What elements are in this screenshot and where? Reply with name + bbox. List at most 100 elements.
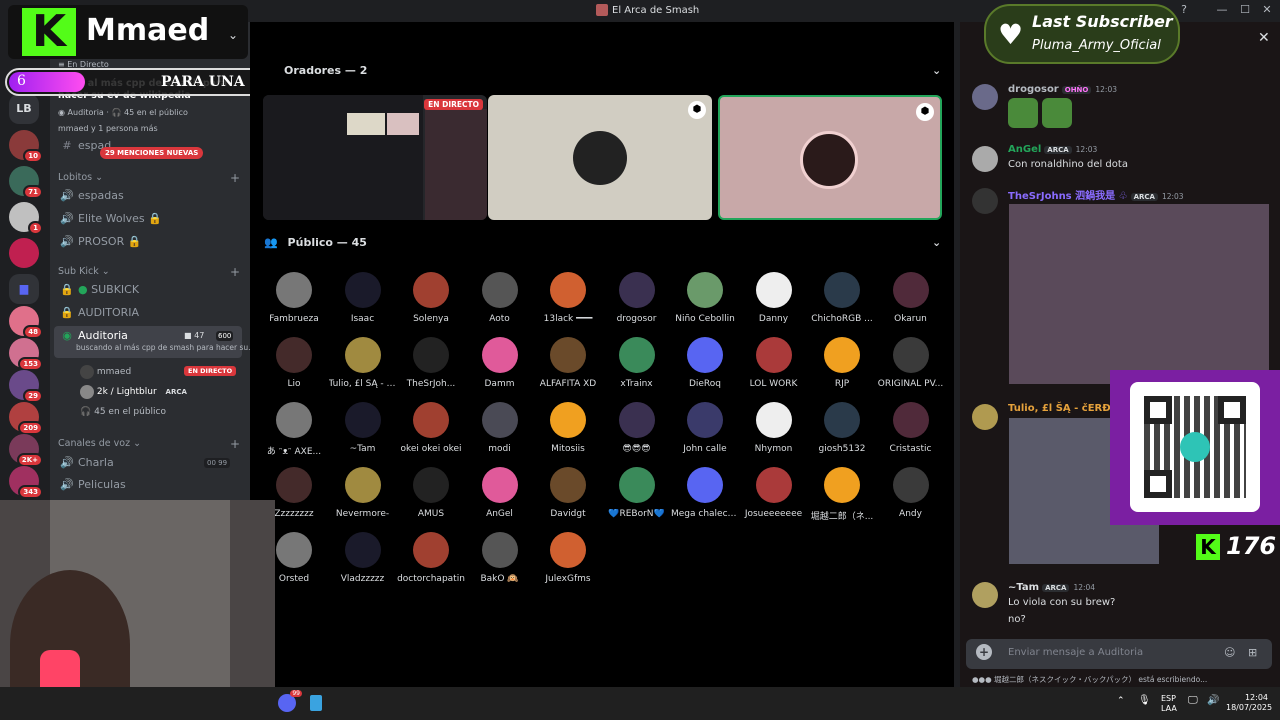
audience-member[interactable]: okei okei okei	[397, 402, 465, 464]
server-icon-5[interactable]: 48	[9, 306, 43, 339]
audience-member[interactable]: doctorchapatin	[397, 532, 465, 594]
audience-member[interactable]: Lio	[260, 337, 328, 399]
voice-member-mmaed[interactable]: mmaed EN DIRECTO	[80, 362, 240, 382]
chevron-down-icon[interactable]: ⌄	[932, 64, 941, 77]
audience-member[interactable]: giosh5132	[808, 402, 876, 464]
add-attachment-icon[interactable]: +	[976, 644, 992, 660]
audience-member[interactable]: Solenya	[397, 272, 465, 334]
audience-member[interactable]: Andy	[877, 467, 945, 529]
audience-member[interactable]: Okarun	[877, 272, 945, 334]
server-icon-1[interactable]: 10	[9, 130, 43, 163]
close-icon[interactable]: ✕	[1258, 30, 1270, 46]
audience-member[interactable]: TheSrJoh...	[397, 337, 465, 399]
audience-member[interactable]: AnGel	[466, 467, 534, 529]
audience-member[interactable]: 堀越二郎（ネ...	[808, 467, 876, 529]
audience-member[interactable]: 💙REBorN💙	[603, 467, 671, 529]
audience-member[interactable]: Mitosiis	[534, 402, 602, 464]
message-author[interactable]: drogosor OHÑO 12:03	[1008, 84, 1117, 95]
audience-member[interactable]: LOL WORK	[740, 337, 808, 399]
channel-prosor[interactable]: 🔊 PROSOR 🔒	[54, 232, 242, 252]
category-lobitos[interactable]: Lobitos ⌄ +	[58, 171, 240, 185]
server-icon-6[interactable]: 153	[9, 338, 43, 371]
stream-tile[interactable]: EN DIRECTO	[263, 95, 487, 220]
category-voz[interactable]: Canales de voz ⌄ +	[58, 437, 240, 451]
notepad-taskbar-icon[interactable]	[310, 695, 322, 711]
chevron-down-icon[interactable]: ⌄	[932, 236, 941, 249]
clock[interactable]: 12:04 18/07/2025	[1226, 693, 1272, 713]
audience-member[interactable]: Aoto	[466, 272, 534, 334]
audience-member[interactable]: ChichoRGB ...	[808, 272, 876, 334]
voice-member-lightblur[interactable]: 2k / Lightblur ARCA	[80, 382, 240, 402]
audience-member[interactable]: Mega chaleco...	[671, 467, 739, 529]
audience-member[interactable]: Davidgt	[534, 467, 602, 529]
chevron-up-icon[interactable]: ⌃	[1117, 696, 1125, 706]
server-icon-2[interactable]: 71	[9, 166, 43, 199]
audience-member[interactable]: 13lack ━━━	[534, 272, 602, 334]
discord-taskbar-icon[interactable]: 99	[278, 690, 302, 712]
mentions-badge[interactable]: 29 MENCIONES NUEVAS	[100, 147, 204, 159]
audience-member[interactable]: Nevermore-	[329, 467, 397, 529]
audience-member[interactable]: xTrainx	[603, 337, 671, 399]
channel-auditoria-active[interactable]: ◉ Auditoria ■ 47 600 buscando al más cpp …	[54, 326, 255, 358]
audience-member[interactable]: AMUS	[397, 467, 465, 529]
audience-member[interactable]: modi	[466, 402, 534, 464]
emoji-icon[interactable]: ☺	[1224, 646, 1235, 659]
add-channel-icon[interactable]: +	[230, 437, 240, 451]
chat-input[interactable]: + Enviar mensaje a Auditoria ☺ ⊞	[966, 639, 1272, 669]
audience-member[interactable]: ALFAFITA XD	[534, 337, 602, 399]
message-author[interactable]: TheSrJohns 泗鍋我是 ♧ ARCA 12:03	[1008, 187, 1184, 202]
gamepad-icon[interactable]: ⊞	[1248, 646, 1257, 659]
channel-subkick[interactable]: 🔒 ● SUBKICK	[54, 280, 242, 300]
speaker-tile-1[interactable]: ⬢	[488, 95, 712, 220]
audience-member[interactable]: ~Tam	[329, 402, 397, 464]
audience-member[interactable]: Vladzzzzz	[329, 532, 397, 594]
server-icon-3[interactable]: 1	[9, 202, 43, 235]
audience-member[interactable]: ORIGINAL PV...	[877, 337, 945, 399]
category-sub-kick[interactable]: Sub Kick ⌄ +	[58, 265, 240, 279]
audience-member[interactable]: Damm	[466, 337, 534, 399]
audience-member[interactable]: JulexGfms	[534, 532, 602, 594]
help-icon[interactable]: ?	[1177, 3, 1191, 17]
message-author[interactable]: ~Tam ARCA 12:04	[1008, 582, 1095, 593]
audience-member[interactable]: John calle	[671, 402, 739, 464]
audience-member[interactable]: Niño Cebollin	[671, 272, 739, 334]
audience-member[interactable]: 😎😎😎	[603, 402, 671, 464]
channel-charla[interactable]: 🔊 Charla 00 99	[54, 453, 242, 473]
chevron-down-icon[interactable]: ⌄	[228, 28, 238, 42]
channel-auditoria-locked[interactable]: 🔒 AUDITORIA	[54, 303, 242, 323]
server-icon-4[interactable]	[9, 238, 39, 268]
volume-icon[interactable]: 🔊	[1207, 695, 1219, 706]
audience-member[interactable]: Nhymon	[740, 402, 808, 464]
audience-member[interactable]: Cristastic	[877, 402, 945, 464]
message-image[interactable]	[1009, 204, 1269, 384]
audience-member[interactable]: Isaac	[329, 272, 397, 334]
language-indicator[interactable]: ESP LAA	[1161, 694, 1177, 714]
audience-member[interactable]: Tulio, £l ŠĄ - č...	[329, 337, 397, 399]
server-icon-7[interactable]: 29	[9, 370, 43, 403]
channel-elite-wolves[interactable]: 🔊 Elite Wolves 🔒	[54, 209, 242, 229]
audience-member[interactable]: Danny	[740, 272, 808, 334]
audience-member[interactable]: BakO 🙉	[466, 532, 534, 594]
folder-icon[interactable]: ▆	[9, 274, 39, 304]
audience-member[interactable]: RJP	[808, 337, 876, 399]
speaker-tile-2[interactable]: ⬢	[718, 95, 942, 220]
server-icon-8[interactable]: 209	[9, 402, 43, 435]
public-header[interactable]: 👥 Público — 45 ⌄	[264, 236, 941, 249]
listeners-count[interactable]: 🎧 45 en el público	[80, 402, 166, 422]
audience-member[interactable]: Josueeeeeee	[740, 467, 808, 529]
audience-member[interactable]: drogosor	[603, 272, 671, 334]
speakers-header[interactable]: Oradores — 2 ⌄	[284, 64, 941, 77]
maximize-button[interactable]: ☐	[1238, 3, 1252, 17]
server-icon-10[interactable]: 343	[9, 466, 43, 499]
add-channel-icon[interactable]: +	[230, 265, 240, 279]
audience-member[interactable]: あ ᵔᴥᵔ AXE...	[260, 402, 328, 464]
message-author[interactable]: AnGel ARCA 12:03	[1008, 144, 1097, 155]
channel-peliculas[interactable]: 🔊 Peliculas	[54, 475, 242, 495]
network-icon[interactable]: 🖵	[1188, 695, 1198, 706]
audience-member[interactable]: Fambrueza	[260, 272, 328, 334]
add-channel-icon[interactable]: +	[230, 171, 240, 185]
audience-member[interactable]: DieRoq	[671, 337, 739, 399]
microphone-icon[interactable]: 🎙	[1138, 695, 1151, 706]
server-lb[interactable]: LB	[9, 94, 39, 124]
close-button[interactable]: ✕	[1260, 3, 1274, 17]
